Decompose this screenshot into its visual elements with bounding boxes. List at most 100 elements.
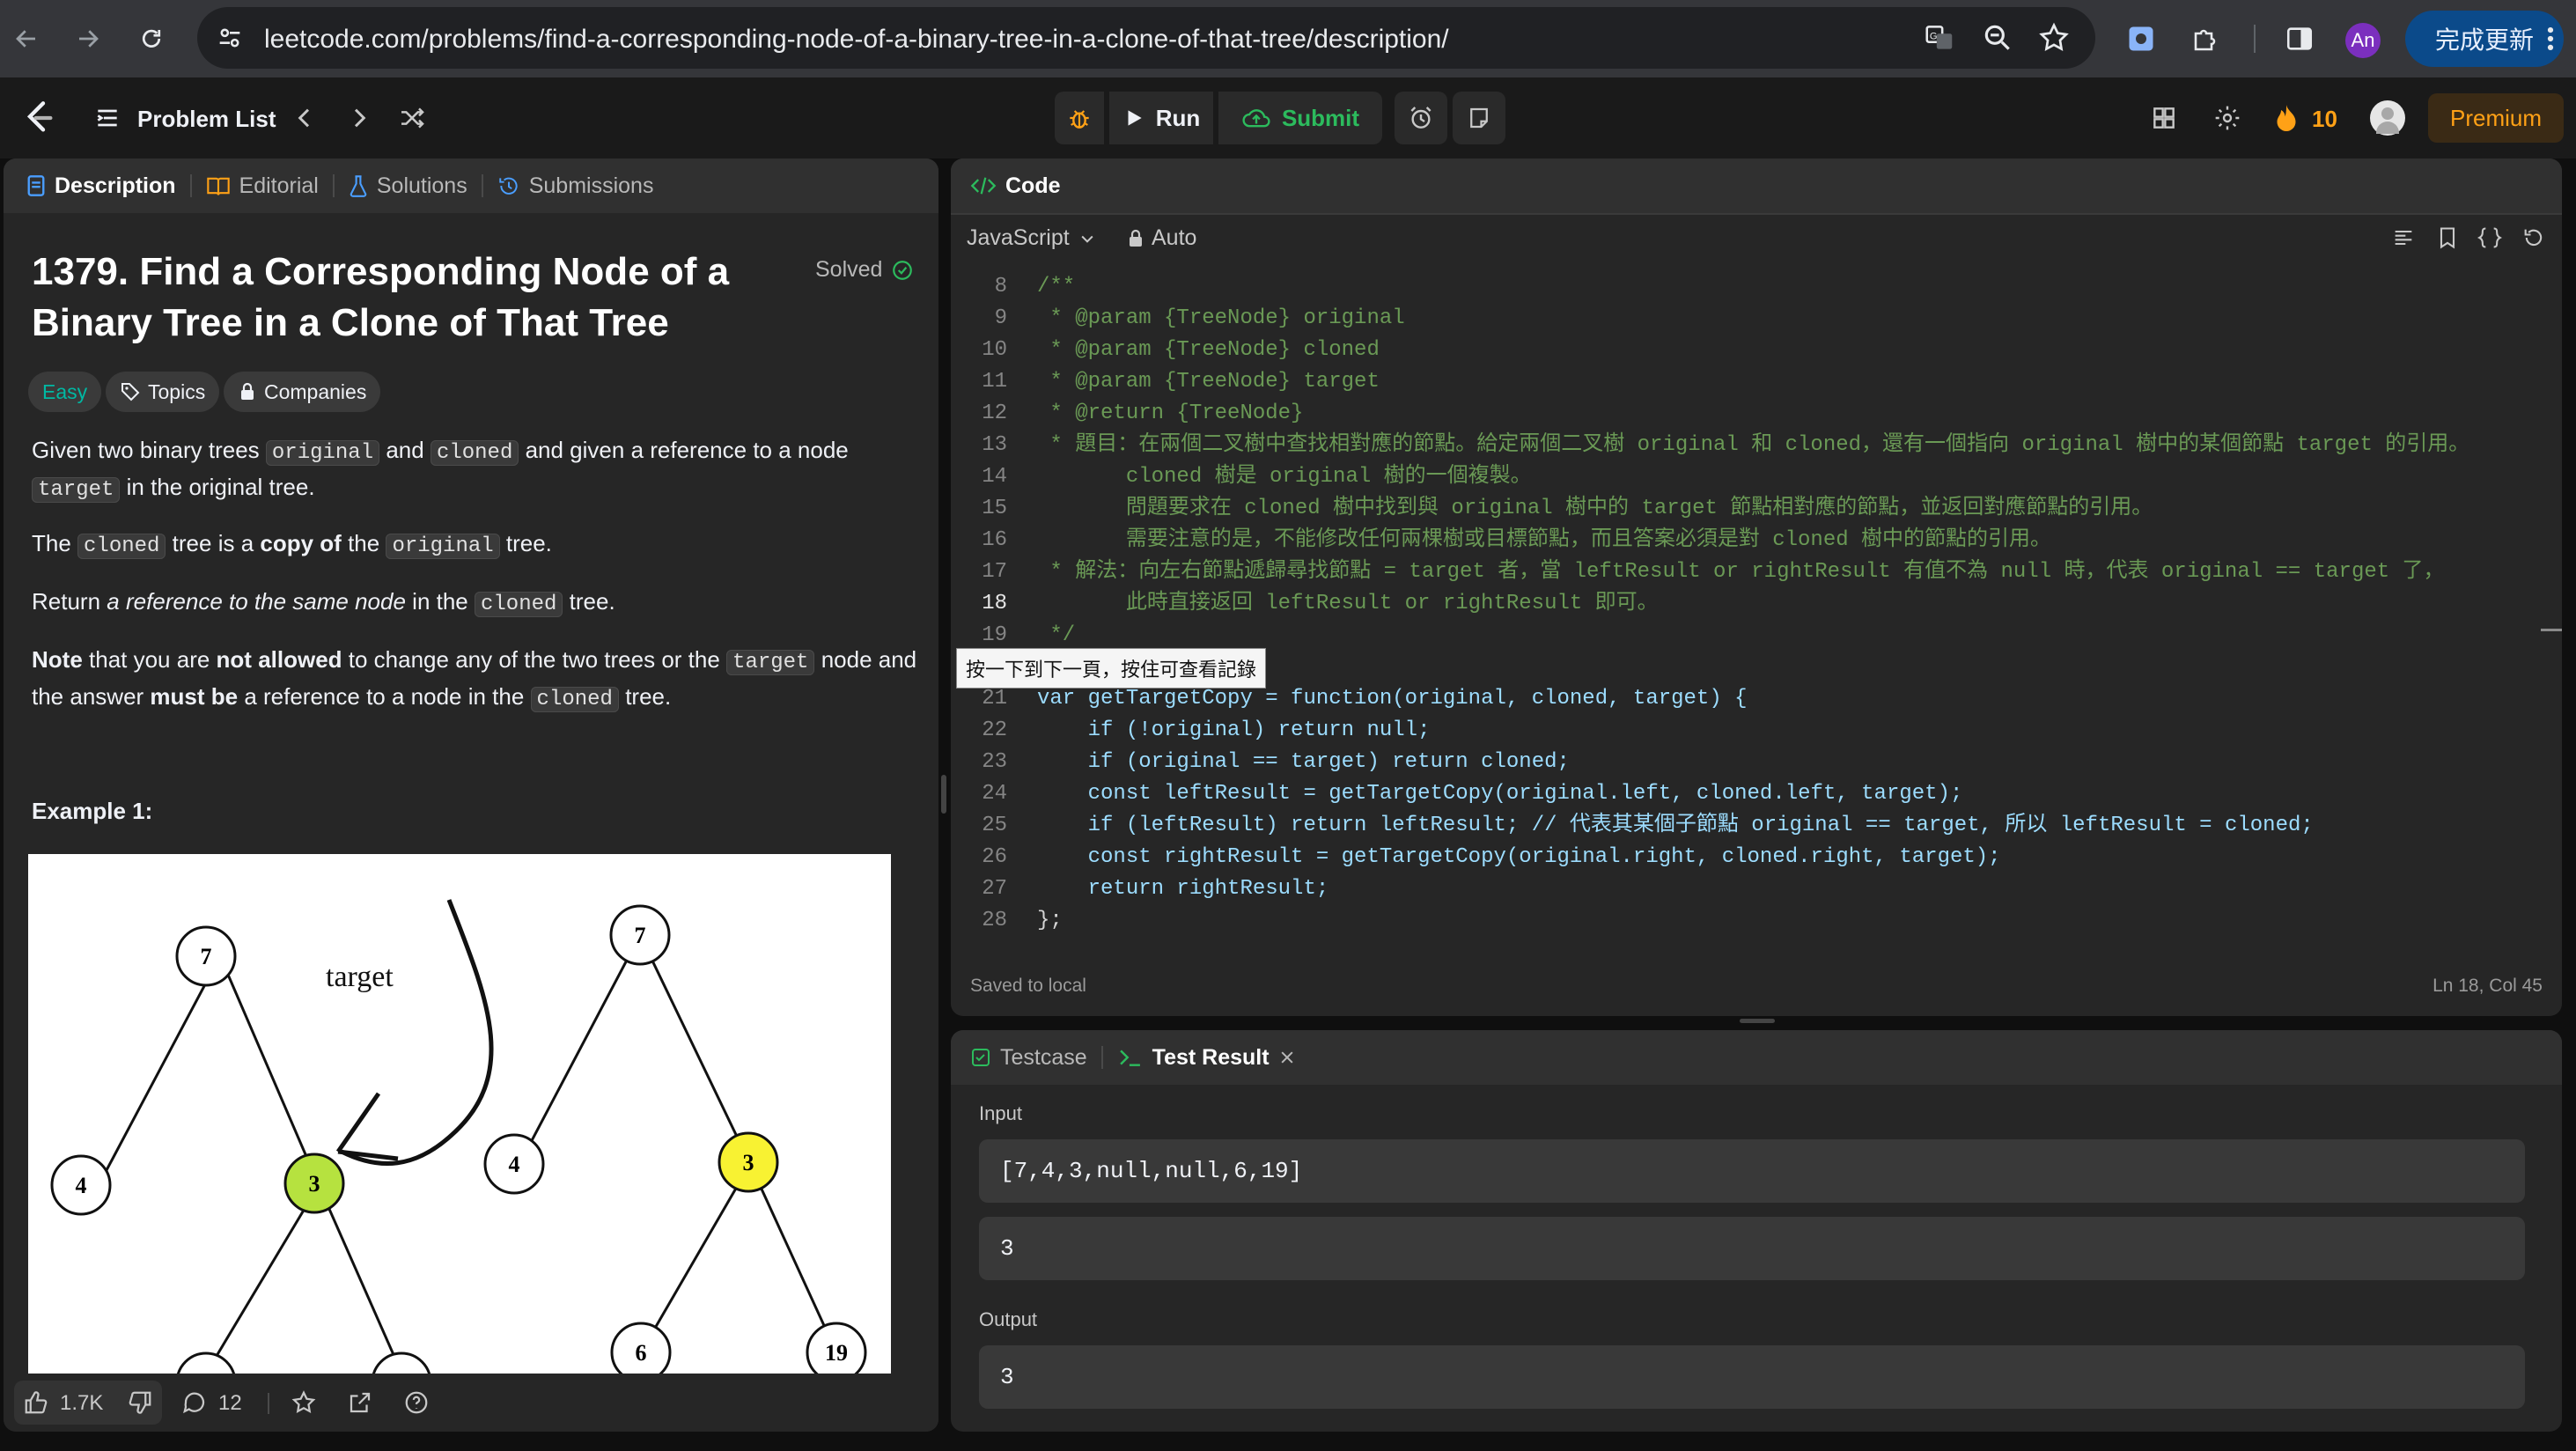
code-line: if (!original) return null; xyxy=(1037,718,1431,742)
line-number: 18 xyxy=(982,592,1007,615)
companies-tag[interactable]: Companies xyxy=(224,372,381,412)
curly-braces-icon[interactable] xyxy=(2477,225,2502,250)
line-number: 26 xyxy=(982,845,1007,869)
code-line: * @param {TreeNode} cloned xyxy=(1037,338,1380,362)
cursor-position: Ln 18, Col 45 xyxy=(2432,976,2543,996)
input-label: Input xyxy=(979,1102,1022,1124)
address-bar[interactable]: leetcode.com/problems/find-a-correspondi… xyxy=(197,7,2095,69)
svg-text:3: 3 xyxy=(309,1171,320,1197)
history-icon xyxy=(498,177,518,195)
description-paragraph-2: The cloned tree is a copy of the origina… xyxy=(32,530,552,559)
tag-icon xyxy=(121,383,140,401)
code-panel-header: Code xyxy=(951,158,2562,213)
line-number: 13 xyxy=(982,433,1007,457)
code-line: * 解法：向左右節點遞歸尋找節點 = target 者，當 leftResult… xyxy=(1037,560,2445,584)
translate-icon[interactable]: G xyxy=(1923,21,1956,55)
code-line: const rightResult = getTargetCopy(origin… xyxy=(1037,845,2001,869)
run-button[interactable]: Run xyxy=(1109,92,1213,144)
code-line: cloned 樹是 original 樹的一個複製。 xyxy=(1037,465,1532,489)
problem-list-link[interactable]: Problem List xyxy=(137,106,276,133)
description-paragraph-3: Return a reference to the same node in t… xyxy=(32,588,615,617)
tab-submissions[interactable]: Submissions xyxy=(483,158,668,213)
reload-icon[interactable] xyxy=(132,19,171,58)
leetcode-logo-icon[interactable] xyxy=(21,99,56,137)
side-panel-icon[interactable] xyxy=(2280,19,2319,58)
favorite-star-icon[interactable] xyxy=(291,1389,317,1416)
code-line: */ xyxy=(1037,623,1076,647)
description-footer: 1.7K 12 xyxy=(4,1374,938,1432)
help-icon[interactable] xyxy=(403,1389,430,1416)
site-settings-icon[interactable] xyxy=(215,23,245,53)
solved-badge: Solved xyxy=(815,257,914,283)
tree-node: 7 xyxy=(175,925,237,987)
tree-node: 4 xyxy=(50,1154,112,1216)
code-line: }; xyxy=(1037,909,1063,932)
input-value-nums[interactable]: [7,4,3,null,null,6,19] xyxy=(979,1139,2525,1203)
extensions-puzzle-icon[interactable] xyxy=(2187,19,2226,58)
debug-button[interactable] xyxy=(1055,92,1104,144)
tab-editorial[interactable]: Editorial xyxy=(192,158,333,213)
problem-list-icon[interactable] xyxy=(93,104,121,132)
bookmark-icon[interactable] xyxy=(2435,225,2460,250)
line-number: 28 xyxy=(982,909,1007,932)
back-arrow-icon[interactable] xyxy=(7,19,46,58)
cloud-upload-icon xyxy=(1242,109,1270,128)
line-number: 23 xyxy=(982,750,1007,774)
thumbs-down-icon[interactable] xyxy=(127,1389,153,1416)
tab-code[interactable]: Code xyxy=(951,158,1075,213)
language-selector[interactable]: JavaScript xyxy=(967,225,1096,251)
input-value-target[interactable]: 3 xyxy=(979,1217,2525,1280)
code-line: * @param {TreeNode} target xyxy=(1037,370,1380,394)
tab-testcase[interactable]: Testcase xyxy=(951,1030,1101,1085)
code-line: * @return {TreeNode} xyxy=(1037,401,1304,425)
tab-description[interactable]: Description xyxy=(4,158,190,213)
horizontal-splitter-handle[interactable] xyxy=(1740,1019,1775,1023)
timer-button[interactable] xyxy=(1395,92,1447,144)
reset-icon[interactable] xyxy=(2521,225,2546,250)
tree-node: 6 xyxy=(610,1322,672,1374)
more-menu-icon[interactable] xyxy=(2537,19,2564,58)
notes-button[interactable] xyxy=(1453,92,1505,144)
description-paragraph-4: Note that you are not allowed to change … xyxy=(32,646,917,712)
lock-icon xyxy=(1130,229,1142,247)
auto-mode-indicator[interactable]: Auto xyxy=(1127,225,1196,251)
topics-tag[interactable]: Topics xyxy=(106,372,220,412)
description-tabs: Description Editorial Solutions Submissi… xyxy=(4,158,938,213)
scrollbar-marker xyxy=(2541,629,2562,631)
close-icon[interactable] xyxy=(1278,1049,1296,1066)
extension-icon[interactable] xyxy=(2122,19,2160,58)
settings-gear-icon[interactable] xyxy=(2213,104,2241,132)
layout-icon[interactable] xyxy=(2150,104,2178,132)
example-figure: target 7 4 3 6 xyxy=(28,854,891,1374)
prev-problem-icon[interactable] xyxy=(291,104,319,132)
line-number: 15 xyxy=(982,497,1007,520)
zoom-icon[interactable] xyxy=(1981,21,2014,55)
code-line: * @param {TreeNode} original xyxy=(1037,306,1405,330)
profile-avatar[interactable]: An xyxy=(2345,23,2381,58)
bookmark-star-icon[interactable] xyxy=(2037,21,2071,55)
format-lines-icon[interactable] xyxy=(2391,225,2416,250)
line-number: 16 xyxy=(982,528,1007,552)
code-line: * 題目：在兩個二叉樹中查找相對應的節點。給定兩個二叉樹 original 和 … xyxy=(1037,433,2470,457)
premium-button[interactable]: Premium xyxy=(2428,93,2564,143)
code-line: /** xyxy=(1037,275,1076,298)
line-number: 8 xyxy=(994,275,1007,298)
thumbs-up-icon[interactable] xyxy=(23,1389,49,1416)
forward-arrow-icon[interactable] xyxy=(69,19,107,58)
line-number: 17 xyxy=(982,560,1007,584)
run-toolbar: Run Submit xyxy=(1055,92,1505,144)
tab-solutions[interactable]: Solutions xyxy=(335,158,482,213)
streak-fire-icon[interactable] xyxy=(2273,102,2300,134)
tab-test-result[interactable]: Test Result xyxy=(1103,1030,1310,1085)
shuffle-icon[interactable] xyxy=(398,104,426,132)
tree-node: 19 xyxy=(372,1352,431,1374)
problem-title: 1379. Find a Corresponding Node of a Bin… xyxy=(32,250,730,344)
comment-icon[interactable] xyxy=(181,1389,208,1416)
next-problem-icon[interactable] xyxy=(345,104,373,132)
vertical-splitter-handle[interactable] xyxy=(941,775,946,814)
user-avatar[interactable] xyxy=(2370,100,2405,136)
streak-count: 10 xyxy=(2312,106,2337,132)
submit-button[interactable]: Submit xyxy=(1218,92,1382,144)
share-icon[interactable] xyxy=(347,1389,373,1416)
svg-text:6: 6 xyxy=(636,1340,647,1366)
